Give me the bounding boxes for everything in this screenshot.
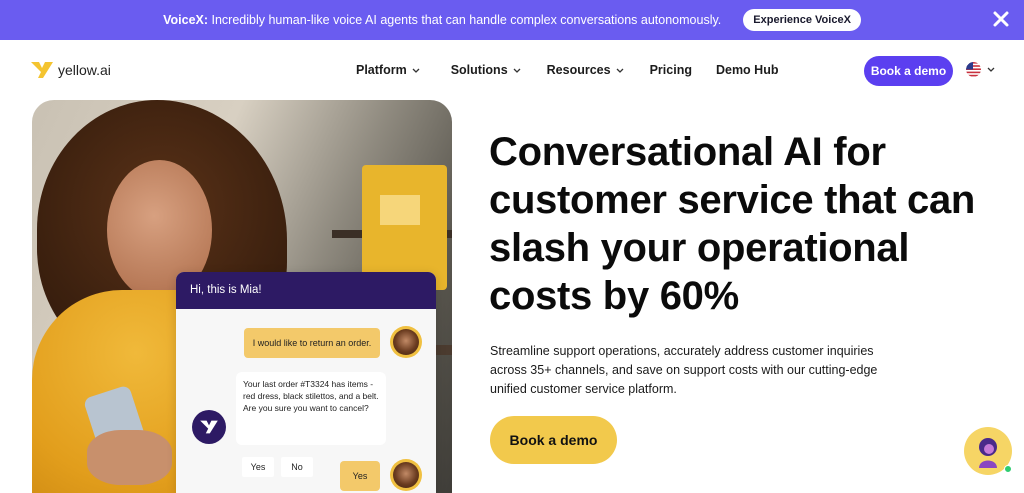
language-selector[interactable] [966, 62, 995, 77]
nav-item-platform[interactable]: Platform [356, 63, 420, 77]
option-no-button[interactable]: No [281, 457, 313, 477]
nav-item-label: Pricing [649, 63, 692, 77]
user-message-bubble: Yes [340, 461, 380, 491]
background-bag-label [380, 195, 420, 225]
user-avatar [390, 459, 422, 491]
hero-subtext: Streamline support operations, accuratel… [490, 344, 878, 396]
nav-item-label: Resources [546, 63, 611, 77]
announcement-text: VoiceX: Incredibly human-like voice AI a… [163, 13, 721, 27]
close-icon[interactable] [992, 10, 1010, 28]
announcement-bar: VoiceX: Incredibly human-like voice AI a… [0, 0, 1024, 40]
nav-links: Platform Solutions Resources Pricing Dem… [356, 63, 778, 77]
book-demo-hero-button[interactable]: Book a demo [490, 416, 617, 464]
book-demo-nav-button[interactable]: Book a demo [864, 56, 953, 86]
nav-item-label: Platform [356, 63, 407, 77]
yellow-ai-logo-icon [200, 420, 218, 434]
hero-headline: Conversational AI for customer service t… [489, 130, 976, 318]
chat-header: Hi, this is Mia! [176, 272, 436, 309]
bot-message-bubble: Your last order #T3324 has items - red d… [236, 372, 386, 445]
main-navbar: yellow.ai Platform Solutions Resources P… [0, 40, 1024, 100]
user-avatar [390, 326, 422, 358]
bot-avatar [192, 410, 226, 444]
chevron-down-icon [513, 68, 521, 73]
nav-item-resources[interactable]: Resources [547, 63, 624, 77]
yellow-ai-logo[interactable]: yellow.ai [31, 60, 111, 80]
chat-widget-mockup: Hi, this is Mia! I would like to return … [176, 272, 436, 493]
chevron-down-icon [987, 67, 995, 72]
chevron-down-icon [412, 68, 420, 73]
chevron-down-icon [616, 68, 624, 73]
us-flag-icon [966, 62, 981, 77]
logo-text: yellow.ai [58, 62, 111, 78]
woman-hand [87, 430, 172, 485]
nav-item-pricing[interactable]: Pricing [650, 63, 692, 77]
yellow-ai-logo-icon [31, 62, 53, 78]
option-yes-button[interactable]: Yes [242, 457, 274, 477]
nav-item-label: Solutions [450, 63, 508, 77]
experience-voicex-button[interactable]: Experience VoiceX [743, 9, 861, 31]
nav-item-label: Demo Hub [715, 63, 779, 77]
announcement-brand: VoiceX: [163, 13, 209, 27]
nav-item-demo-hub[interactable]: Demo Hub [716, 63, 779, 77]
user-message-bubble: I would like to return an order. [244, 328, 380, 358]
chat-body: I would like to return an order. Your la… [176, 309, 436, 493]
assistant-avatar-icon [979, 438, 997, 468]
online-status-dot [1004, 465, 1012, 473]
nav-item-solutions[interactable]: Solutions [451, 63, 521, 77]
announcement-message: Incredibly human-like voice AI agents th… [208, 13, 722, 27]
